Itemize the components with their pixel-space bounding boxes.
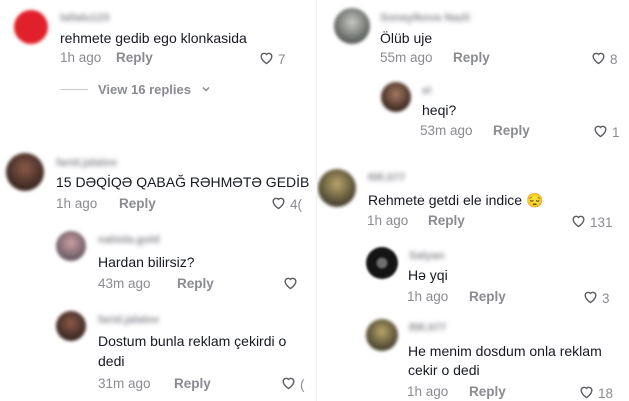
avatar[interactable] xyxy=(366,319,398,351)
like-button[interactable]: 4( xyxy=(270,194,302,214)
like-button[interactable]: ( xyxy=(280,374,305,394)
comments-panel-top-left: lallalu123 rehmete gedib ego klonkasida … xyxy=(0,0,316,130)
comment-username[interactable]: Salyan xyxy=(409,250,444,262)
reply-item: farid.jalalov Dostum bunla reklam çekird… xyxy=(0,300,316,401)
like-count: 18 xyxy=(598,385,614,401)
comment-text: Hardan bilirsiz? xyxy=(98,254,195,270)
heart-outline-icon xyxy=(270,194,287,214)
reply-button[interactable]: Reply xyxy=(174,376,211,391)
comment-text: 15 DƏQİQƏ QABAĞ RƏHMƏTƏ GEDİB xyxy=(56,174,310,190)
replies-divider-line xyxy=(60,89,88,90)
comment-item: farid.jalalov 15 DƏQİQƏ QABAĞ RƏHMƏTƏ GE… xyxy=(0,130,316,220)
like-button[interactable] xyxy=(282,274,302,294)
comment-text: Ölüb uje xyxy=(380,30,433,46)
comment-username[interactable]: farid.jalalov xyxy=(56,157,117,169)
comment-item: Sonaylkova Nazli Ölüb uje 55m ago Reply … xyxy=(316,0,629,75)
like-count: 3 xyxy=(602,290,610,306)
heart-outline-icon xyxy=(282,274,299,294)
reply-button[interactable]: Reply xyxy=(469,384,506,399)
avatar[interactable] xyxy=(366,247,398,279)
reply-item: nahida.gold Hardan bilirsiz? 43m ago Rep… xyxy=(0,220,316,300)
comment-item: RR.077 Rehmete getdi ele indice 😔 1h ago… xyxy=(316,160,629,240)
reply-button[interactable]: Reply xyxy=(119,196,156,211)
comment-time: 1h ago xyxy=(60,50,102,65)
comment-text-line-2: cekir o dedi xyxy=(408,362,480,378)
like-count: 8 xyxy=(610,51,618,67)
reply-button[interactable]: Reply xyxy=(493,123,530,138)
heart-outline-icon xyxy=(570,212,587,232)
comment-username[interactable]: RR.077 xyxy=(409,322,446,334)
comment-text-line-2: dedi xyxy=(98,353,125,369)
heart-outline-icon xyxy=(578,383,595,401)
comment-item: lallalu123 rehmete gedib ego klonkasida … xyxy=(0,0,316,75)
comment-time: 1h ago xyxy=(407,289,449,304)
like-count: 1 xyxy=(612,124,620,140)
comment-username[interactable]: nahida.gold xyxy=(98,234,160,246)
comment-text: Rehmete getdi ele indice 😔 xyxy=(368,192,544,208)
comments-panel-bottom-left: farid.jalalov 15 DƏQİQƏ QABAĞ RƏHMƏTƏ GE… xyxy=(0,130,316,401)
heart-outline-icon xyxy=(590,49,607,69)
like-button[interactable]: 8 xyxy=(590,49,618,69)
comment-text-line-1: He menim dosdum onla reklam xyxy=(408,343,602,359)
reply-button[interactable]: Reply xyxy=(177,276,214,291)
reply-item: RR.077 He menim dosdum onla reklam cekir… xyxy=(316,310,629,401)
like-button[interactable]: 1 xyxy=(592,122,620,142)
reply-button[interactable]: Reply xyxy=(116,50,153,65)
reply-button[interactable]: Reply xyxy=(428,213,465,228)
comment-text: heqi? xyxy=(422,102,457,118)
comment-time: 53m ago xyxy=(420,123,473,138)
like-count: 7 xyxy=(278,51,286,67)
comment-time: 43m ago xyxy=(98,276,151,291)
avatar[interactable] xyxy=(6,153,44,191)
comment-time: 55m ago xyxy=(380,50,433,65)
comment-time: 1h ago xyxy=(56,196,98,211)
like-count: 131 xyxy=(590,214,613,230)
heart-outline-icon xyxy=(280,374,297,394)
reply-button[interactable]: Reply xyxy=(469,289,506,304)
avatar[interactable] xyxy=(381,82,411,112)
comment-username[interactable]: el xyxy=(422,85,431,97)
reply-button[interactable]: Reply xyxy=(453,50,490,65)
comment-username[interactable]: Sonaylkova Nazli xyxy=(380,12,470,24)
chevron-down-icon xyxy=(201,82,211,97)
like-button[interactable]: 131 xyxy=(570,212,613,232)
reply-item: el heqi? 53m ago Reply 1 xyxy=(316,75,629,145)
avatar[interactable] xyxy=(14,10,48,44)
like-button[interactable]: 3 xyxy=(582,288,610,308)
comment-text-line-1: Dostum bunla reklam çekirdi o xyxy=(98,333,287,349)
panel-divider xyxy=(316,0,317,401)
view-replies-label: View 16 replies xyxy=(98,82,191,97)
like-count: 4( xyxy=(290,196,303,212)
comment-text: Hə yqi xyxy=(408,267,448,283)
comment-time: 1h ago xyxy=(407,384,449,399)
avatar[interactable] xyxy=(56,231,86,261)
comment-username[interactable]: RR.077 xyxy=(368,172,405,184)
comment-username[interactable]: lallalu123 xyxy=(60,12,110,24)
comment-text: rehmete gedib ego klonkasida xyxy=(60,30,247,46)
avatar[interactable] xyxy=(318,169,356,207)
heart-outline-icon xyxy=(592,122,609,142)
comment-time: 1h ago xyxy=(367,213,409,228)
comment-time: 31m ago xyxy=(98,376,151,391)
like-button[interactable]: 18 xyxy=(578,383,613,401)
view-replies-button[interactable]: View 16 replies xyxy=(60,82,211,97)
reply-item: Salyan Hə yqi 1h ago Reply 3 xyxy=(316,240,629,310)
like-button[interactable]: 7 xyxy=(258,49,286,69)
comment-username[interactable]: farid.jalalov xyxy=(98,314,159,326)
like-count: ( xyxy=(300,376,305,392)
heart-outline-icon xyxy=(582,288,599,308)
heart-outline-icon xyxy=(258,49,275,69)
avatar[interactable] xyxy=(56,311,86,341)
avatar[interactable] xyxy=(334,8,370,44)
comments-panel-right: Sonaylkova Nazli Ölüb uje 55m ago Reply … xyxy=(316,0,629,401)
